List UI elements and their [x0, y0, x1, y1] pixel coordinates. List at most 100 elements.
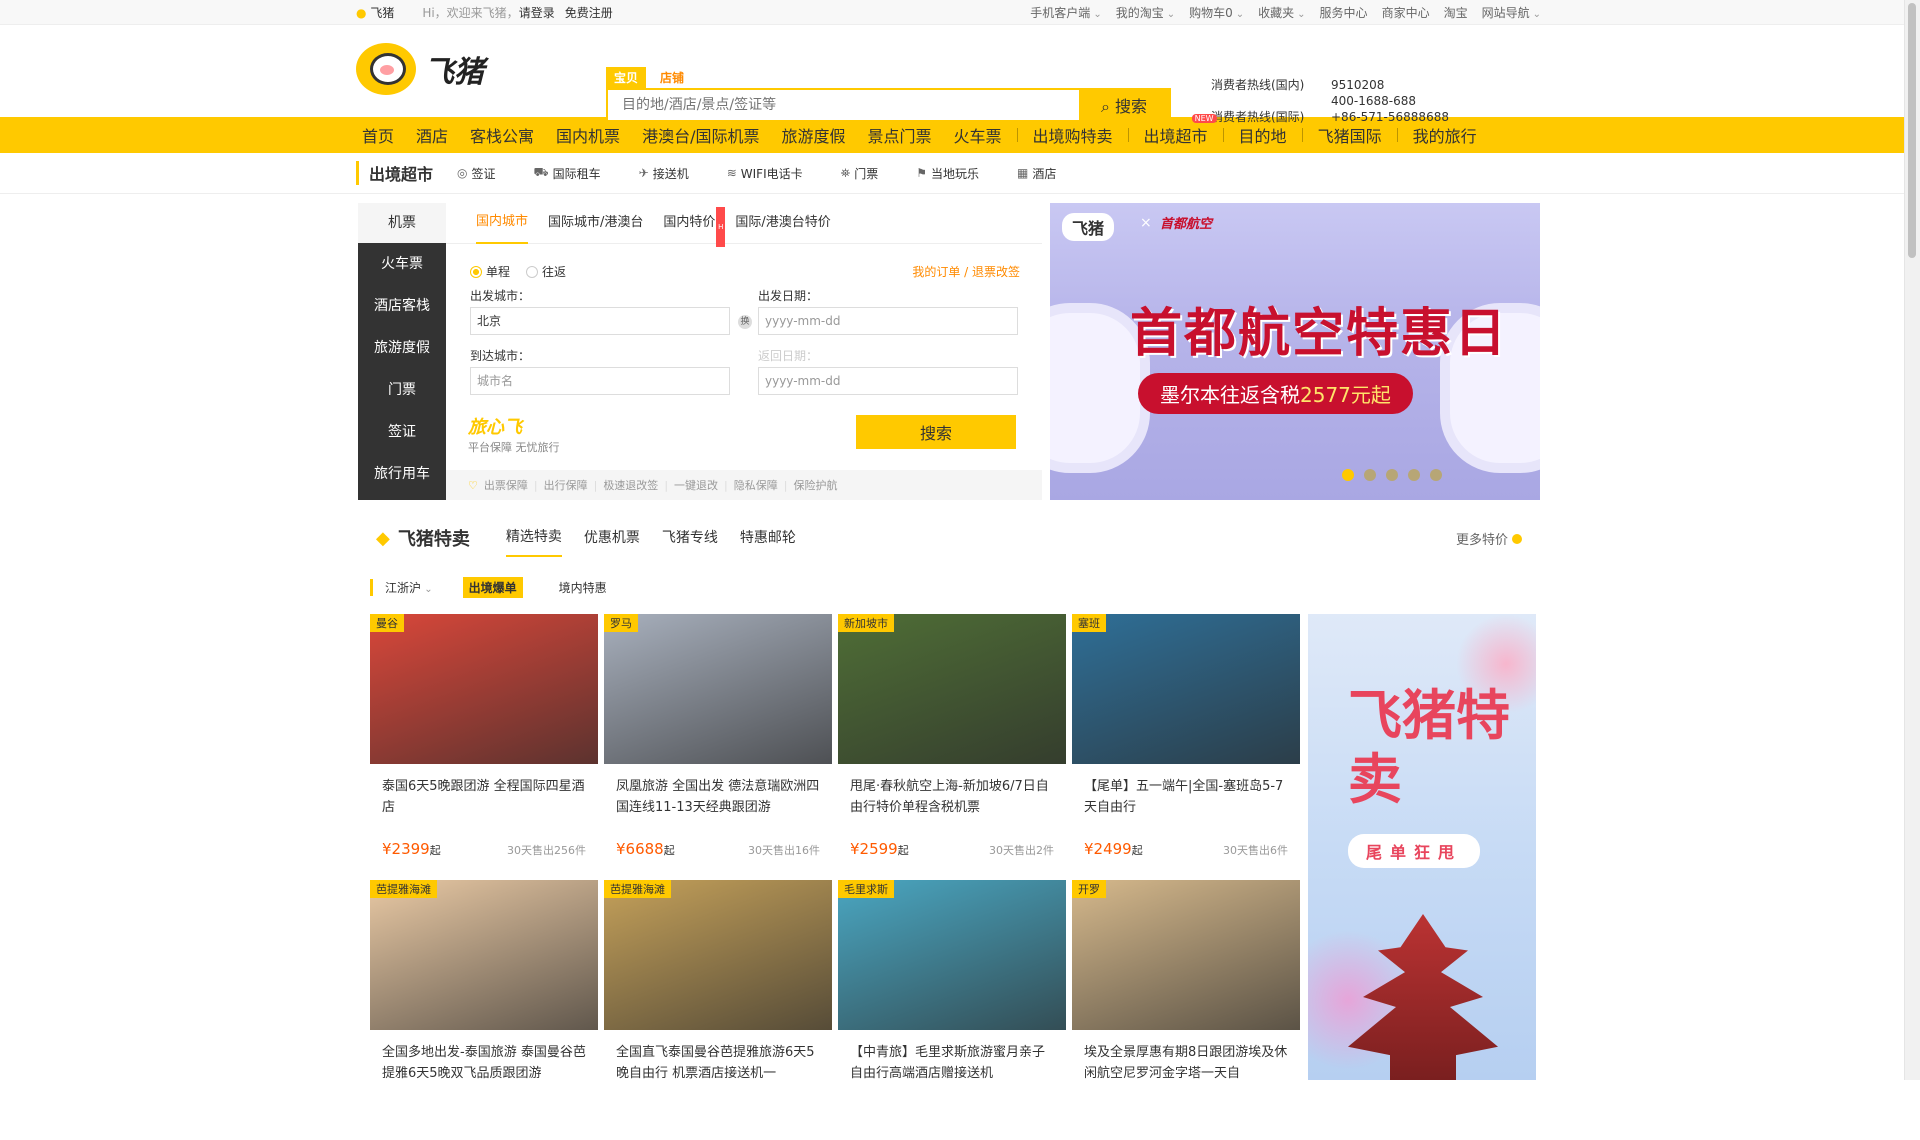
login-link[interactable]: 请登录 — [519, 4, 555, 21]
depart-date-input[interactable]: yyyy-mm-dd — [758, 307, 1018, 335]
deals-tab[interactable]: 特惠邮轮 — [740, 520, 796, 556]
nav-item[interactable]: 目的地 — [1228, 123, 1298, 147]
deal-card[interactable]: 罗马 凤凰旅游 全国出发 德法意瑞欧洲四国连线11-13天经典跟团游 ¥6688起 3… — [604, 614, 832, 874]
deal-title: 【中青旅】毛里求斯旅游蜜月亲子自由行高端酒店赠接送机 — [850, 1045, 1046, 1081]
oneway-radio[interactable]: 单程 — [470, 263, 510, 280]
deal-card[interactable]: 毛里求斯【中青旅】毛里求斯旅游蜜月亲子自由行高端酒店赠接送机 — [838, 880, 1066, 1140]
from-city-input[interactable]: 北京 — [470, 307, 730, 335]
nav-item[interactable]: 景点门票 — [856, 123, 942, 147]
nav-item[interactable]: 飞猪国际 — [1307, 123, 1393, 147]
deal-card[interactable]: 开罗 埃及全景厚惠有期8日跟团游埃及休闲航空尼罗河金字塔一天自 — [1072, 880, 1300, 1140]
filter-outbound[interactable]: 出境爆单 — [462, 577, 523, 598]
nav-item[interactable]: 我的旅行 — [1402, 123, 1488, 147]
more-deals-link[interactable]: 更多特价 — [1456, 529, 1522, 548]
scrollbar-thumb[interactable] — [1908, 3, 1916, 258]
subnav-item[interactable]: ≋ WIFI电话卡 — [727, 165, 803, 182]
topbar-link[interactable]: 服务中心 — [1320, 4, 1368, 21]
subnav-brand[interactable]: 出境超市 — [356, 161, 433, 185]
side-menu-item[interactable]: 机票 — [358, 203, 446, 243]
subnav-item-label: WIFI电话卡 — [740, 166, 803, 181]
nav-item[interactable]: 客栈公寓 — [459, 123, 545, 147]
subnav-item[interactable]: ◎ 签证 — [457, 165, 496, 182]
guarantee-item[interactable]: 隐私保障 — [734, 477, 778, 493]
deal-card[interactable]: 新加坡市 甩尾·春秋航空上海-新加坡6/7日自由行特价单程含税机票 ¥2599起 30… — [838, 614, 1066, 874]
carousel-dot[interactable] — [1386, 469, 1398, 481]
carousel-dot[interactable] — [1408, 469, 1420, 481]
vertical-scrollbar[interactable] — [1904, 0, 1920, 1080]
to-city-input[interactable]: 城市名 — [470, 367, 730, 395]
carousel-dot[interactable] — [1430, 469, 1442, 481]
nav-item[interactable]: 出境超市 NEW — [1133, 114, 1219, 147]
deals-tab[interactable]: 精选特卖 — [505, 519, 562, 557]
guarantee-item[interactable]: 出行保障 — [544, 477, 588, 493]
deal-card[interactable]: 曼谷 泰国6天5晚跟团游 全程国际四星酒店 ¥2399起 30天售出256件 — [370, 614, 598, 874]
nav-item[interactable]: 酒店 — [405, 123, 459, 147]
deal-title: 埃及全景厚惠有期8日跟团游埃及休闲航空尼罗河金字塔一天自 — [1084, 1045, 1288, 1081]
booking-panel: 机票 火车票 酒店客栈 旅游度假 门票 签证 旅行用车 国内城市 国际城市/港澳台 国内特价 H 国… — [358, 203, 1042, 500]
subnav-item[interactable]: ✈ 接送机 — [639, 165, 689, 182]
guarantee-item[interactable]: 极速退改签 — [603, 477, 658, 493]
flight-tab[interactable]: 国际/港澳台特价 — [735, 203, 830, 243]
flight-search-button[interactable]: 搜索 — [856, 415, 1016, 449]
deals-tab[interactable]: 飞猪专线 — [662, 520, 718, 556]
side-menu-item[interactable]: 旅行用车 — [358, 453, 446, 495]
subnav-item[interactable]: ⛯ 门票 — [841, 165, 879, 182]
carousel-dot[interactable] — [1342, 469, 1354, 481]
roundtrip-radio[interactable]: 往返 — [526, 263, 566, 280]
nav-item[interactable]: 出境购特卖 — [1022, 123, 1124, 147]
topbar-link[interactable]: 我的淘宝 — [1116, 4, 1175, 21]
my-orders-link[interactable]: 我的订单 / 退票改签 — [912, 263, 1020, 280]
topbar-brand[interactable]: ● 飞猪 — [356, 4, 394, 21]
topbar-link[interactable]: 商家中心 — [1382, 4, 1430, 21]
search-button[interactable]: ⌕ 搜索 — [1079, 90, 1169, 120]
deal-card[interactable]: 芭提雅海滩 全国直飞泰国曼谷芭提雅旅游6天5晚自由行 机票酒店接送机一 — [604, 880, 832, 1140]
promo-banner[interactable]: 飞猪 × 首都航空 首都航空特惠日 墨尔本往返含税2577元起 — [1050, 203, 1540, 500]
deal-card[interactable]: 芭提雅海滩 全国多地出发-泰国旅游 泰国曼谷芭提雅6天5晚双飞品质跟团游 — [370, 880, 598, 1140]
subnav-item[interactable]: ▦ 酒店 — [1017, 165, 1056, 182]
nav-item[interactable]: 国内机票 — [545, 123, 631, 147]
side-menu-item[interactable]: 签证 — [358, 411, 446, 453]
search-tab-item[interactable]: 宝贝 — [606, 67, 647, 88]
topbar-link[interactable]: 手机客户端 — [1030, 4, 1101, 21]
register-link[interactable]: 免费注册 — [565, 4, 613, 21]
nav-item-label: 目的地 — [1238, 127, 1287, 146]
search-input[interactable] — [608, 90, 1079, 120]
subnav-item[interactable]: ⚑ 当地玩乐 — [916, 165, 979, 182]
deal-location: 毛里求斯 — [838, 880, 894, 898]
side-menu-item[interactable]: 酒店客栈 — [358, 285, 446, 327]
side-ad[interactable]: 飞猪特卖 尾单狂甩 — [1308, 614, 1536, 1080]
guarantee-item[interactable]: 一键退改 — [674, 477, 718, 493]
topbar-link[interactable]: 淘宝 — [1444, 4, 1468, 21]
deal-card[interactable]: 塞班 【尾单】五一端午|全国-塞班岛5-7天自由行 ¥2499起 30天售出6件 — [1072, 614, 1300, 874]
flight-tab[interactable]: 国内特价 H — [663, 203, 726, 247]
region-select[interactable]: 江浙沪 — [370, 579, 433, 596]
site-logo[interactable]: 飞猪 — [356, 43, 484, 95]
deal-image: 曼谷 — [370, 614, 598, 764]
search-tab-shop[interactable]: 店铺 — [652, 67, 692, 88]
hotline-label: 消费者热线(国内) — [1211, 78, 1305, 92]
banner-title: 首都航空特惠日 — [1130, 304, 1509, 364]
side-menu-item[interactable]: 火车票 — [358, 243, 446, 285]
hotel-icon: ▦ — [1017, 166, 1029, 180]
flight-tab[interactable]: 国内城市 — [476, 202, 529, 244]
guarantee-item[interactable]: 出票保障 — [484, 477, 528, 493]
filter-domestic[interactable]: 境内特惠 — [553, 577, 613, 598]
nav-item[interactable]: 旅游度假 — [770, 123, 856, 147]
return-date-input[interactable]: yyyy-mm-dd — [758, 367, 1018, 395]
flight-tab[interactable]: 国际城市/港澳台 — [548, 203, 643, 243]
nav-item[interactable]: 火车票 — [943, 123, 1013, 147]
topbar-link[interactable]: 网站导航 — [1482, 4, 1541, 21]
topbar-link[interactable]: 购物车0 — [1189, 4, 1244, 21]
topbar-link[interactable]: 收藏夹 — [1258, 4, 1305, 21]
nav-item[interactable]: 首页 — [356, 123, 405, 147]
nav-divider — [1016, 128, 1018, 142]
deals-tab[interactable]: 优惠机票 — [584, 520, 640, 556]
swap-cities-button[interactable]: 换 — [738, 315, 752, 329]
deal-price-suffix: 起 — [897, 844, 909, 857]
side-menu-item[interactable]: 门票 — [358, 369, 446, 411]
side-menu-item[interactable]: 旅游度假 — [358, 327, 446, 369]
nav-item[interactable]: 港澳台/国际机票 — [631, 123, 770, 147]
subnav-item[interactable]: ⛟ 国际租车 — [534, 165, 601, 182]
guarantee-item[interactable]: 保险护航 — [793, 477, 837, 493]
carousel-dot[interactable] — [1364, 469, 1376, 481]
